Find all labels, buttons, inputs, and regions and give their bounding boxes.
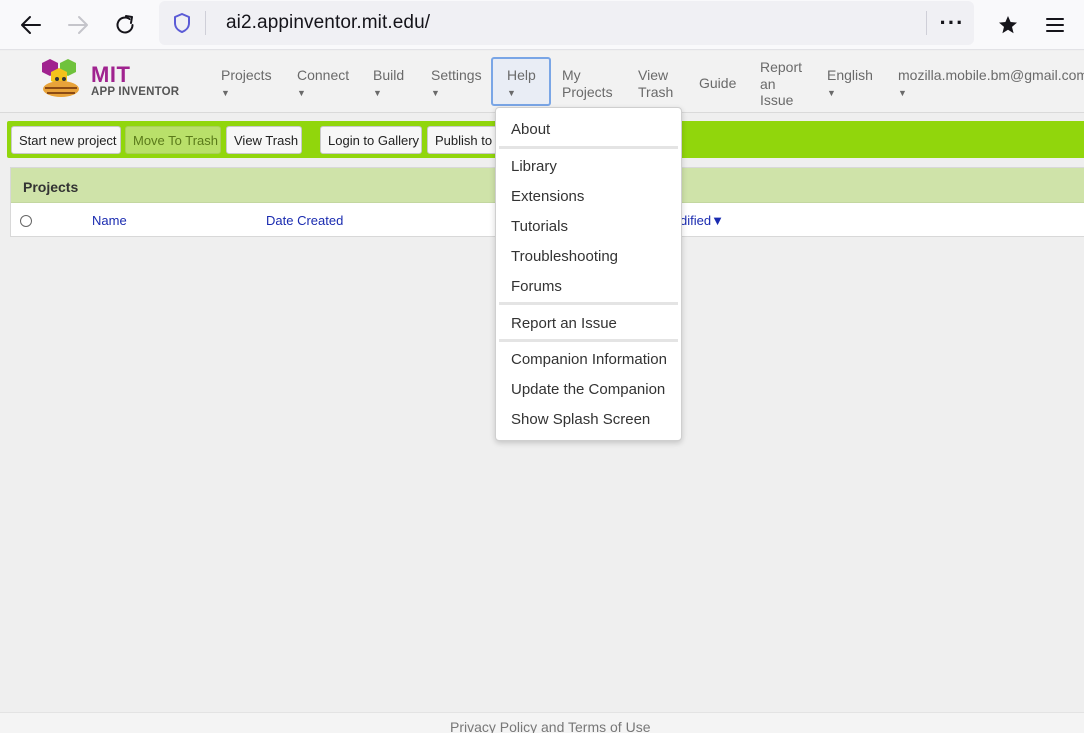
nav-guide[interactable]: Guide [699,75,736,92]
url-text[interactable]: ai2.appinventor.mit.edu/ [226,12,430,34]
nav-report-issue[interactable]: Report an Issue [760,59,802,109]
nav-projects[interactable]: Projects ▼ [221,67,272,101]
nav-language[interactable]: English ▼ [827,67,873,101]
star-icon [999,16,1017,34]
page-footer: Privacy Policy and Terms of Use [0,712,1084,733]
reload-icon [116,15,134,34]
nav-settings-label: Settings [431,67,482,83]
chevron-down-icon: ▼ [221,87,230,98]
menu-separator [499,146,678,149]
back-arrow-icon [21,16,41,34]
nav-view-trash[interactable]: View Trash [638,67,673,100]
menu-item-forums[interactable]: Forums [511,278,562,295]
menu-item-about[interactable]: About [511,121,550,138]
menu-item-update-companion[interactable]: Update the Companion [511,381,665,398]
nav-help[interactable]: Help ▼ [507,67,536,101]
nav-language-label: English [827,67,873,83]
move-to-trash-button[interactable]: Move To Trash [125,126,221,154]
reload-button[interactable] [109,9,141,41]
start-new-project-button[interactable]: Start new project [11,126,121,154]
app-inventor-logo[interactable]: MIT APP INVENTOR [36,55,186,105]
column-date-created[interactable]: Date Created [266,213,343,228]
view-trash-button[interactable]: View Trash [226,126,302,154]
bookmark-button[interactable] [992,9,1024,41]
menu-button[interactable] [1039,9,1071,41]
chevron-down-icon: ▼ [373,87,382,98]
chevron-down-icon: ▼ [431,87,440,98]
help-dropdown-menu: About Library Extensions Tutorials Troub… [495,107,682,441]
page-actions-button[interactable]: ··· [937,7,967,39]
menu-item-report-issue[interactable]: Report an Issue [511,315,617,332]
forward-button[interactable] [62,9,94,41]
column-date-modified[interactable]: dified▼ [680,213,724,228]
nav-guide-label: Guide [699,75,737,91]
menu-item-troubleshooting[interactable]: Troubleshooting [511,248,618,265]
browser-toolbar: ai2.appinventor.mit.edu/ ··· [0,0,1084,50]
nav-account-label: mozilla.mobile.bm@gmail.com [898,67,1084,83]
app-top-bar: MIT APP INVENTOR Projects ▼ Connect ▼ Bu… [0,51,1084,113]
nav-report-line1: Report [760,59,803,75]
address-bar[interactable]: ai2.appinventor.mit.edu/ ··· [159,1,974,45]
menu-item-extensions[interactable]: Extensions [511,188,584,205]
nav-my-projects-line1: My [562,67,581,83]
logo-title: MIT [91,62,131,87]
chevron-down-icon: ▼ [827,87,836,98]
login-to-gallery-button[interactable]: Login to Gallery [320,126,422,154]
nav-account[interactable]: mozilla.mobile.bm@gmail.com ▼ [898,67,1084,101]
url-divider [205,11,206,35]
chevron-down-icon: ▼ [507,87,516,98]
menu-item-tutorials[interactable]: Tutorials [511,218,568,235]
privacy-policy-link[interactable]: Privacy Policy and Terms of Use [450,719,650,733]
menu-item-library[interactable]: Library [511,158,557,175]
nav-report-line3: Issue [760,92,794,108]
nav-my-projects[interactable]: My Projects [562,67,613,100]
menu-separator [499,339,678,342]
shield-icon[interactable] [172,12,192,34]
nav-settings[interactable]: Settings ▼ [431,67,482,101]
nav-view-trash-line2: Trash [638,83,674,100]
nav-my-projects-line2: Projects [562,83,613,100]
nav-build[interactable]: Build ▼ [373,67,404,101]
url-divider [926,11,927,35]
nav-connect-label: Connect [297,67,350,83]
nav-help-label: Help [507,67,536,83]
nav-projects-label: Projects [221,67,272,83]
chevron-down-icon: ▼ [297,87,306,98]
select-all-radio[interactable] [20,215,32,227]
logo-subtitle: APP INVENTOR [91,86,180,98]
back-button[interactable] [15,9,47,41]
column-name[interactable]: Name [92,213,127,228]
menu-separator [499,302,678,305]
hamburger-icon [1046,18,1064,32]
chevron-down-icon: ▼ [898,87,907,98]
projects-title: Projects [23,179,79,195]
logo-bee-icon [42,59,79,97]
nav-report-line2: an [760,75,776,92]
nav-connect[interactable]: Connect ▼ [297,67,349,101]
forward-arrow-icon [68,16,88,34]
nav-view-trash-line1: View [638,67,669,83]
nav-build-label: Build [373,67,405,83]
menu-item-companion-information[interactable]: Companion Information [511,351,667,368]
menu-item-show-splash-screen[interactable]: Show Splash Screen [511,411,650,428]
